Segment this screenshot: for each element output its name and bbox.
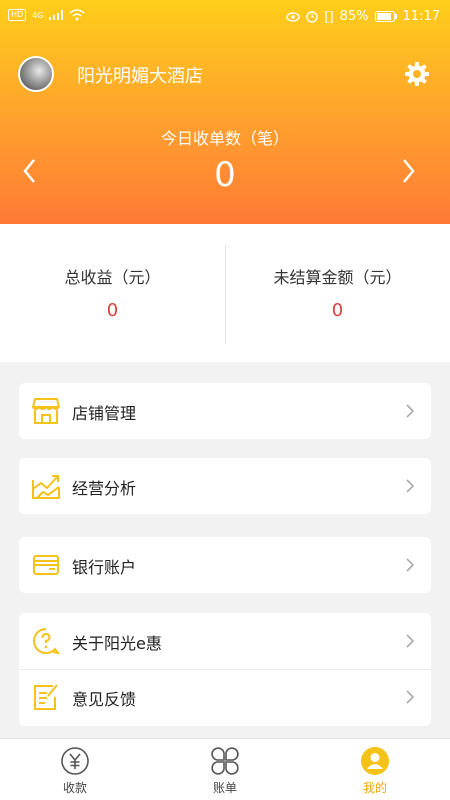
- alarm-icon: [305, 10, 318, 23]
- chevron-right-icon[interactable]: [398, 157, 418, 185]
- business-analysis-card: 经营分析: [19, 458, 431, 514]
- tab-bill-label: 账单: [212, 781, 237, 795]
- status-bar: HD 4G 85% 11:17: [0, 0, 450, 34]
- network-type: 4G: [32, 10, 44, 20]
- question-bubble-icon: [33, 628, 61, 655]
- settings-gear-icon[interactable]: [404, 61, 430, 87]
- about-label: 关于阳光e惠: [72, 634, 162, 653]
- store-management-card: 店铺管理: [19, 383, 431, 439]
- menu-item-bank-account[interactable]: 银行账户: [19, 537, 431, 593]
- bank-account-card: 银行账户: [19, 537, 431, 593]
- chevron-right-icon: [406, 404, 415, 418]
- user-profile-icon: [361, 747, 389, 775]
- battery-percent: 85%: [339, 9, 369, 24]
- bottom-tab-bar: 收款 账单 我的: [0, 738, 450, 800]
- tab-mine[interactable]: 我的: [300, 739, 450, 800]
- yen-circle-icon: [61, 747, 89, 775]
- menu-item-business-analysis[interactable]: 经营分析: [19, 458, 431, 514]
- header-banner: HD 4G 85% 11:17 阳光明媚大酒店 今日收单数（笔） 0: [0, 0, 450, 224]
- menu-item-feedback[interactable]: 意见反馈: [19, 669, 431, 725]
- edit-note-icon: [34, 684, 58, 710]
- stats-panel: 总收益（元） 0 未结算金额（元） 0: [0, 224, 450, 362]
- menu-item-about[interactable]: 关于阳光e惠: [19, 613, 431, 670]
- today-orders-value: 0: [214, 155, 236, 195]
- clock: 11:17: [402, 9, 440, 24]
- vibrate-icon: [324, 10, 333, 23]
- chevron-left-icon[interactable]: [20, 157, 40, 185]
- chevron-right-icon: [406, 634, 415, 648]
- bank-account-label: 银行账户: [72, 558, 137, 577]
- signal-icon: [49, 10, 64, 20]
- chevron-right-icon: [406, 558, 415, 572]
- store-name: 阳光明媚大酒店: [77, 66, 203, 87]
- total-income-value: 0: [106, 300, 119, 321]
- feedback-label: 意见反馈: [72, 690, 137, 709]
- total-income-label: 总收益（元）: [64, 268, 161, 287]
- bank-card-icon: [33, 555, 59, 575]
- wifi-icon: [69, 9, 85, 21]
- unsettled-amount-stat[interactable]: 未结算金额（元） 0: [225, 224, 450, 362]
- trend-chart-icon: [32, 475, 60, 499]
- menu-item-store-management[interactable]: 店铺管理: [19, 383, 431, 439]
- business-analysis-label: 经营分析: [72, 479, 137, 498]
- eye-icon: [285, 11, 300, 22]
- tab-mine-label: 我的: [362, 781, 387, 795]
- tab-bill[interactable]: 账单: [150, 739, 300, 800]
- tab-collect-label: 收款: [62, 781, 87, 795]
- clover-grid-icon: [211, 747, 239, 775]
- chevron-right-icon: [406, 479, 415, 493]
- store-management-label: 店铺管理: [72, 404, 137, 423]
- about-feedback-card: 关于阳光e惠 意见反馈: [19, 613, 431, 726]
- avatar[interactable]: [18, 56, 54, 92]
- total-income-stat[interactable]: 总收益（元） 0: [0, 224, 225, 362]
- today-orders-label: 今日收单数（笔）: [160, 129, 289, 148]
- battery-icon: [374, 11, 397, 22]
- unsettled-amount-value: 0: [331, 300, 344, 321]
- hd-indicator: HD: [8, 9, 27, 21]
- chevron-right-icon: [406, 690, 415, 704]
- tab-collect[interactable]: 收款: [0, 739, 150, 800]
- storefront-icon: [32, 398, 60, 424]
- unsettled-amount-label: 未结算金额（元）: [273, 268, 402, 287]
